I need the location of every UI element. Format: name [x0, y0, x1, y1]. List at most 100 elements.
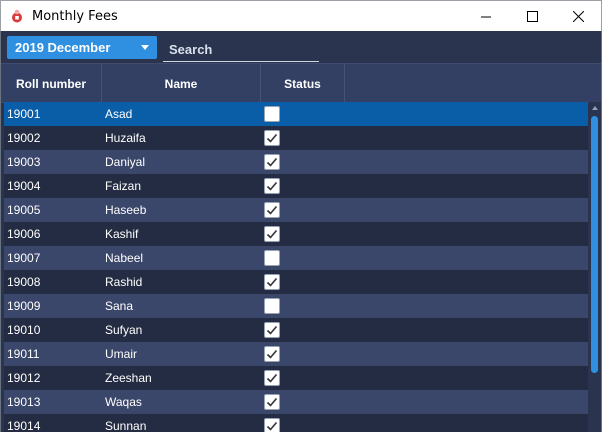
- status-checkbox[interactable]: [264, 106, 280, 122]
- roll-number-cell: 19003: [7, 155, 41, 169]
- roll-number-cell: 19013: [7, 395, 41, 409]
- table-row[interactable]: 19013 Waqas: [4, 390, 588, 414]
- status-cell: [264, 126, 280, 150]
- status-cell: [264, 390, 280, 414]
- status-cell: [264, 174, 280, 198]
- check-icon: [266, 157, 278, 167]
- check-icon: [266, 181, 278, 191]
- name-cell: Faizan: [105, 179, 142, 193]
- name-cell: Haseeb: [105, 203, 147, 217]
- status-checkbox[interactable]: [264, 250, 280, 266]
- status-checkbox[interactable]: [264, 418, 280, 432]
- status-checkbox[interactable]: [264, 178, 280, 194]
- chevron-down-icon: [141, 45, 149, 50]
- check-icon: [266, 421, 278, 431]
- table-row[interactable]: 19008 Rashid: [4, 270, 588, 294]
- name-cell: Rashid: [105, 275, 143, 289]
- table-row[interactable]: 19004 Faizan: [4, 174, 588, 198]
- column-header-name[interactable]: Name: [102, 64, 261, 103]
- name-cell: Umair: [105, 347, 137, 361]
- title-bar[interactable]: Monthly Fees: [0, 0, 602, 31]
- roll-number-cell: 19005: [7, 203, 41, 217]
- search-input[interactable]: [163, 38, 319, 62]
- status-cell: [264, 294, 280, 318]
- roll-number-cell: 19002: [7, 131, 41, 145]
- close-icon: [572, 11, 584, 22]
- status-cell: [264, 246, 280, 270]
- name-cell: Nabeel: [105, 251, 144, 265]
- status-cell: [264, 318, 280, 342]
- name-cell: Asad: [105, 107, 133, 121]
- table-row[interactable]: 19007 Nabeel: [4, 246, 588, 270]
- roll-number-cell: 19008: [7, 275, 41, 289]
- table-row[interactable]: 19001 Asad: [4, 102, 588, 126]
- check-icon: [266, 277, 278, 287]
- table-row[interactable]: 19012 Zeeshan: [4, 366, 588, 390]
- status-checkbox[interactable]: [264, 274, 280, 290]
- table-body: 19001 Asad 19002 Huzaifa 19003 Daniyal 19004 Fa…: [1, 102, 601, 432]
- status-checkbox[interactable]: [264, 394, 280, 410]
- status-cell: [264, 342, 280, 366]
- status-cell: [264, 222, 280, 246]
- status-checkbox[interactable]: [264, 202, 280, 218]
- name-cell: Zeeshan: [105, 371, 152, 385]
- check-icon: [266, 397, 278, 407]
- name-cell: Kashif: [105, 227, 139, 241]
- status-checkbox[interactable]: [264, 322, 280, 338]
- table-row[interactable]: 19006 Kashif: [4, 222, 588, 246]
- vertical-scrollbar[interactable]: [589, 102, 601, 432]
- table-row[interactable]: 19009 Sana: [4, 294, 588, 318]
- close-button[interactable]: [555, 1, 601, 32]
- roll-number-cell: 19006: [7, 227, 41, 241]
- table-header: Roll number Name Status: [1, 63, 601, 103]
- status-cell: [264, 150, 280, 174]
- name-cell: Sufyan: [105, 323, 143, 337]
- roll-number-cell: 19011: [7, 347, 40, 361]
- roll-number-cell: 19007: [7, 251, 41, 265]
- table-row[interactable]: 19005 Haseeb: [4, 198, 588, 222]
- roll-number-cell: 19004: [7, 179, 41, 193]
- name-cell: Sunnan: [105, 419, 147, 432]
- status-checkbox[interactable]: [264, 130, 280, 146]
- status-checkbox[interactable]: [264, 154, 280, 170]
- status-checkbox[interactable]: [264, 346, 280, 362]
- maximize-button[interactable]: [509, 1, 555, 32]
- app-content: 2019 December Roll number Name Status 19…: [0, 31, 602, 432]
- month-select[interactable]: 2019 December: [7, 36, 157, 59]
- check-icon: [266, 373, 278, 383]
- name-cell: Huzaifa: [105, 131, 146, 145]
- roll-number-cell: 19009: [7, 299, 41, 313]
- check-icon: [266, 349, 278, 359]
- scroll-thumb[interactable]: [591, 116, 598, 373]
- table-row[interactable]: 19014 Sunnan: [4, 414, 588, 432]
- roll-number-cell: 19014: [7, 419, 41, 432]
- table-row[interactable]: 19003 Daniyal: [4, 150, 588, 174]
- check-icon: [266, 325, 278, 335]
- check-icon: [266, 205, 278, 215]
- minimize-button[interactable]: [463, 1, 509, 32]
- name-cell: Daniyal: [105, 155, 146, 169]
- scroll-up-icon[interactable]: [592, 106, 598, 110]
- name-cell: Sana: [105, 299, 134, 313]
- status-cell: [264, 102, 280, 126]
- minimize-icon: [480, 16, 491, 18]
- roll-number-cell: 19012: [7, 371, 41, 385]
- app-icon: [12, 9, 22, 23]
- column-header-status[interactable]: Status: [261, 64, 345, 103]
- window-title: Monthly Fees: [32, 9, 118, 24]
- status-checkbox[interactable]: [264, 226, 280, 242]
- status-cell: [264, 270, 280, 294]
- maximize-icon: [526, 11, 538, 22]
- status-checkbox[interactable]: [264, 298, 280, 314]
- table-row[interactable]: 19002 Huzaifa: [4, 126, 588, 150]
- check-icon: [266, 133, 278, 143]
- table-row[interactable]: 19011 Umair: [4, 342, 588, 366]
- status-checkbox[interactable]: [264, 370, 280, 386]
- status-cell: [264, 198, 280, 222]
- column-header-roll[interactable]: Roll number: [1, 64, 102, 103]
- roll-number-cell: 19001: [7, 107, 41, 121]
- table-row[interactable]: 19010 Sufyan: [4, 318, 588, 342]
- status-cell: [264, 414, 280, 432]
- roll-number-cell: 19010: [7, 323, 41, 337]
- check-icon: [266, 229, 278, 239]
